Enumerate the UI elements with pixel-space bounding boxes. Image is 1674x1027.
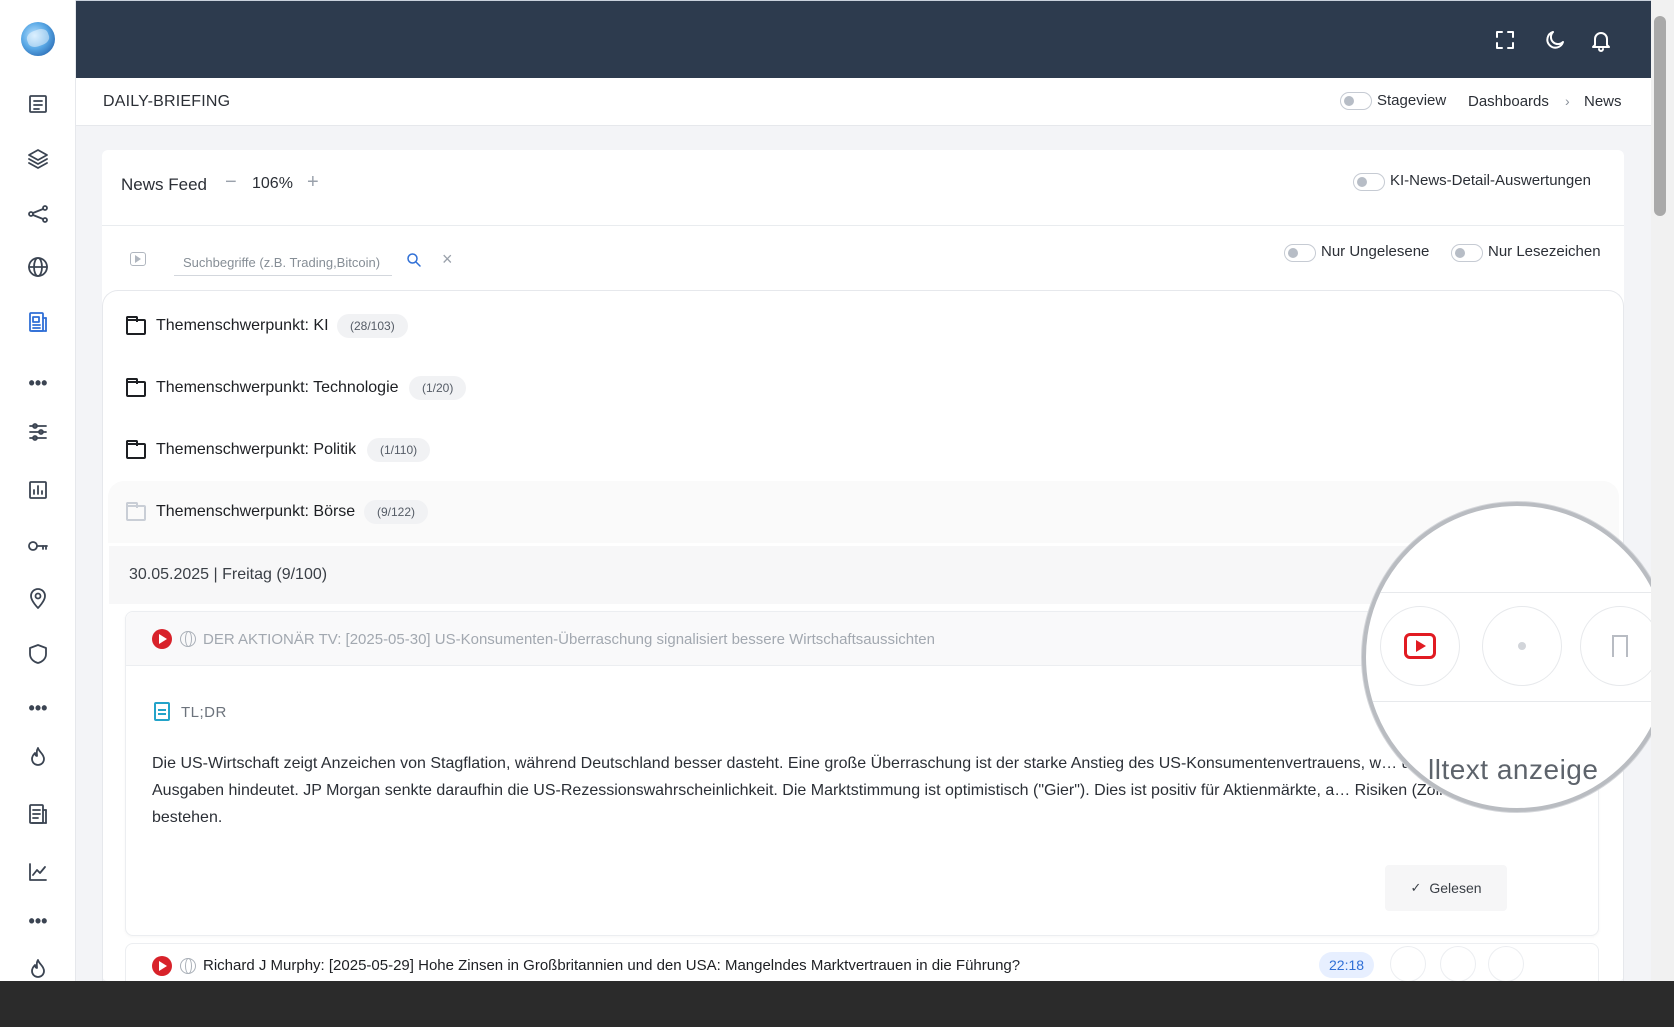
only-bookmarks-toggle[interactable] <box>1451 244 1483 262</box>
location-icon[interactable] <box>24 585 52 613</box>
scrollbar-thumb[interactable] <box>1654 16 1666 216</box>
breadcrumb-news: News <box>1584 93 1622 110</box>
count-badge: (1/20) <box>409 376 467 400</box>
count-badge: (9/122) <box>364 500 429 524</box>
globe-icon[interactable] <box>24 253 52 281</box>
youtube-icon <box>1404 633 1436 659</box>
youtube-icon <box>152 956 172 976</box>
folder-icon <box>126 378 146 397</box>
report-icon[interactable] <box>24 800 52 828</box>
count-badge: (1/110) <box>367 438 431 462</box>
zoom-magnifier: lltext anzeige <box>1362 502 1672 812</box>
folder-icon <box>126 440 146 459</box>
share-icon[interactable] <box>24 200 52 228</box>
chart-icon[interactable] <box>24 476 52 504</box>
video-duration-badge: 22:18 <box>1319 952 1375 978</box>
news-title[interactable]: DER AKTIONÄR TV: [2025-05-30] US-Konsume… <box>203 631 935 648</box>
more-icon[interactable]: ••• <box>27 699 49 717</box>
card-header: News Feed − 106% + KI-News-Detail-Auswer… <box>102 150 1624 226</box>
mark-read-label: Gelesen <box>1429 880 1482 896</box>
fullscreen-icon[interactable] <box>1492 27 1518 53</box>
search-input[interactable] <box>174 250 392 276</box>
layers-icon[interactable] <box>24 145 52 173</box>
sliders-icon[interactable] <box>24 418 52 446</box>
search-icon[interactable] <box>405 251 427 273</box>
folder-item[interactable]: Themenschwerpunkt: Technologie (1/20) <box>103 357 1623 419</box>
tldr-label: TL;DR <box>181 704 227 721</box>
ki-news-toggle[interactable] <box>1353 173 1385 191</box>
flame-icon[interactable] <box>24 955 52 983</box>
video-filter-icon[interactable] <box>130 252 146 266</box>
zoom-level: 106% <box>252 175 293 192</box>
date-group-label: 30.05.2025 | Freitag (9/100) <box>129 566 328 583</box>
moon-icon[interactable] <box>1542 27 1568 53</box>
breadcrumb-bar: DAILY-BRIEFING Stageview Dashboards › Ne… <box>76 78 1651 126</box>
sidebar: ••• ••• ••• <box>0 0 76 981</box>
shield-icon[interactable] <box>24 640 52 668</box>
status-dot-button[interactable] <box>1482 606 1562 686</box>
check-icon: ✓ <box>1410 880 1422 895</box>
folder-label: Themenschwerpunkt: Börse <box>156 503 356 520</box>
page-title: DAILY-BRIEFING <box>103 93 231 110</box>
folder-item[interactable]: Themenschwerpunkt: Politik (1/110) <box>103 419 1623 481</box>
folder-open-icon <box>126 502 146 521</box>
youtube-button[interactable] <box>1390 946 1426 981</box>
count-badge: (28/103) <box>337 314 408 338</box>
folder-label: Themenschwerpunkt: Politik <box>156 441 357 458</box>
news-title[interactable]: Richard J Murphy: [2025-05-29] Hohe Zins… <box>203 957 1020 974</box>
dot-icon <box>1518 642 1526 650</box>
globe-icon <box>180 631 196 647</box>
flame-icon[interactable] <box>24 743 52 771</box>
stageview-label: Stageview <box>1377 92 1447 109</box>
folder-label: Themenschwerpunkt: KI <box>156 317 329 334</box>
os-taskbar <box>0 981 1674 1027</box>
news-summary: Die US-Wirtschaft zeigt Anzeichen von St… <box>152 755 1513 826</box>
clear-search-button[interactable]: × <box>442 249 453 270</box>
more-icon[interactable]: ••• <box>27 912 49 930</box>
top-navbar <box>76 0 1651 78</box>
stageview-toggle[interactable] <box>1340 92 1372 110</box>
magnified-text: lltext anzeige <box>1428 754 1599 785</box>
bell-icon[interactable] <box>1588 27 1614 53</box>
folder-label: Themenschwerpunkt: Technologie <box>156 379 399 396</box>
only-bookmarks-label: Nur Lesezeichen <box>1488 243 1601 260</box>
key-icon[interactable] <box>24 532 52 560</box>
chevron-right-icon: › <box>1565 93 1570 109</box>
mark-read-button[interactable]: ✓ Gelesen <box>1385 865 1507 911</box>
bookmark-button[interactable] <box>1580 606 1660 686</box>
ki-news-label: KI-News-Detail-Auswertungen <box>1390 172 1591 189</box>
document-icon <box>154 702 170 721</box>
youtube-icon <box>152 629 172 649</box>
only-unread-label: Nur Ungelesene <box>1321 243 1430 260</box>
only-unread-toggle[interactable] <box>1284 244 1316 262</box>
newspaper-icon[interactable] <box>24 308 52 336</box>
bookmark-button[interactable] <box>1488 946 1524 981</box>
folder-icon <box>126 316 146 335</box>
globe-icon <box>180 958 196 974</box>
zoom-in-button[interactable]: + <box>307 171 319 194</box>
more-icon[interactable]: ••• <box>27 374 49 392</box>
folder-item[interactable]: Themenschwerpunkt: KI (28/103) <box>103 295 1623 357</box>
news-list-icon[interactable] <box>24 90 52 118</box>
trend-icon[interactable] <box>24 858 52 886</box>
app-logo[interactable] <box>21 22 55 56</box>
youtube-button[interactable] <box>1380 606 1460 686</box>
breadcrumb-dashboards[interactable]: Dashboards <box>1468 93 1549 110</box>
bookmark-icon <box>1611 635 1628 663</box>
zoom-out-button[interactable]: − <box>225 171 237 194</box>
folder-item-open[interactable]: Themenschwerpunkt: Börse (9/122) <box>108 481 1619 543</box>
status-dot-button[interactable] <box>1440 946 1476 981</box>
news-item[interactable]: Richard J Murphy: [2025-05-29] Hohe Zins… <box>125 943 1599 981</box>
feed-title: News Feed <box>121 175 207 194</box>
